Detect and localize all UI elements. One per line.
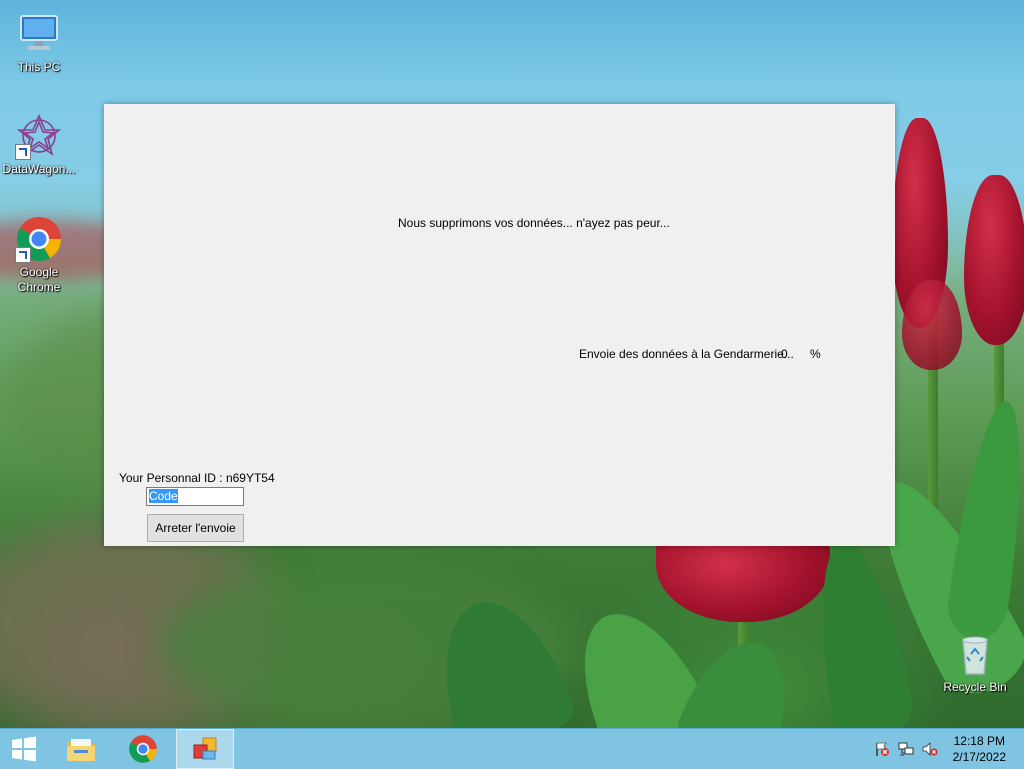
datawagon-icon xyxy=(15,112,63,160)
code-input-value: Code xyxy=(149,489,178,503)
recycle-bin-icon xyxy=(951,630,999,678)
send-status-label: Envoie des données à la Gendarmerie... xyxy=(579,347,794,361)
app-window-icon xyxy=(193,737,217,760)
folder-icon xyxy=(67,739,95,761)
volume-muted-icon[interactable] xyxy=(922,741,938,757)
desktop-icon-datawagon[interactable]: DataWagon... xyxy=(1,112,77,177)
send-percent-value: 0 xyxy=(781,347,788,361)
taskbar-file-explorer[interactable] xyxy=(57,729,105,769)
desktop-icon-label: DataWagon... xyxy=(2,162,76,176)
windows-logo-icon xyxy=(12,736,36,762)
taskbar-clock[interactable]: 12:18 PM 2/17/2022 xyxy=(953,733,1006,765)
taskbar: 12:18 PM 2/17/2022 xyxy=(0,728,1024,769)
chrome-icon xyxy=(15,215,63,263)
taskbar-google-chrome[interactable] xyxy=(119,729,167,769)
percent-sign: % xyxy=(810,347,821,361)
stop-sending-button[interactable]: Arreter l'envoie xyxy=(147,514,244,542)
desktop-icon-google-chrome[interactable]: Google Chrome xyxy=(1,215,77,295)
deletion-message: Nous supprimons vos données... n'ayez pa… xyxy=(398,216,670,230)
network-icon[interactable] xyxy=(898,741,914,757)
personal-id-label: Your Personnal ID : n69YT54 xyxy=(119,471,275,485)
desktop-icon-label: Recycle Bin xyxy=(943,680,1007,694)
taskbar-running-app[interactable] xyxy=(176,729,234,769)
desktop-icon-label: Google Chrome xyxy=(17,265,61,294)
clock-date: 2/17/2022 xyxy=(952,750,1006,764)
desktop-icon-label: This PC xyxy=(17,60,61,74)
desktop-icon-this-pc[interactable]: This PC xyxy=(1,10,77,75)
shortcut-arrow-icon xyxy=(15,247,31,263)
desktop-icon-recycle-bin[interactable]: Recycle Bin xyxy=(937,630,1013,695)
action-center-flag-icon[interactable] xyxy=(874,741,890,757)
app-window: Nous supprimons vos données... n'ayez pa… xyxy=(104,104,895,546)
start-button[interactable] xyxy=(0,729,48,769)
this-pc-icon xyxy=(15,10,63,58)
clock-time: 12:18 PM xyxy=(953,734,1005,748)
shortcut-arrow-icon xyxy=(15,144,31,160)
code-input[interactable]: Code xyxy=(146,487,244,506)
chrome-icon xyxy=(129,735,157,763)
